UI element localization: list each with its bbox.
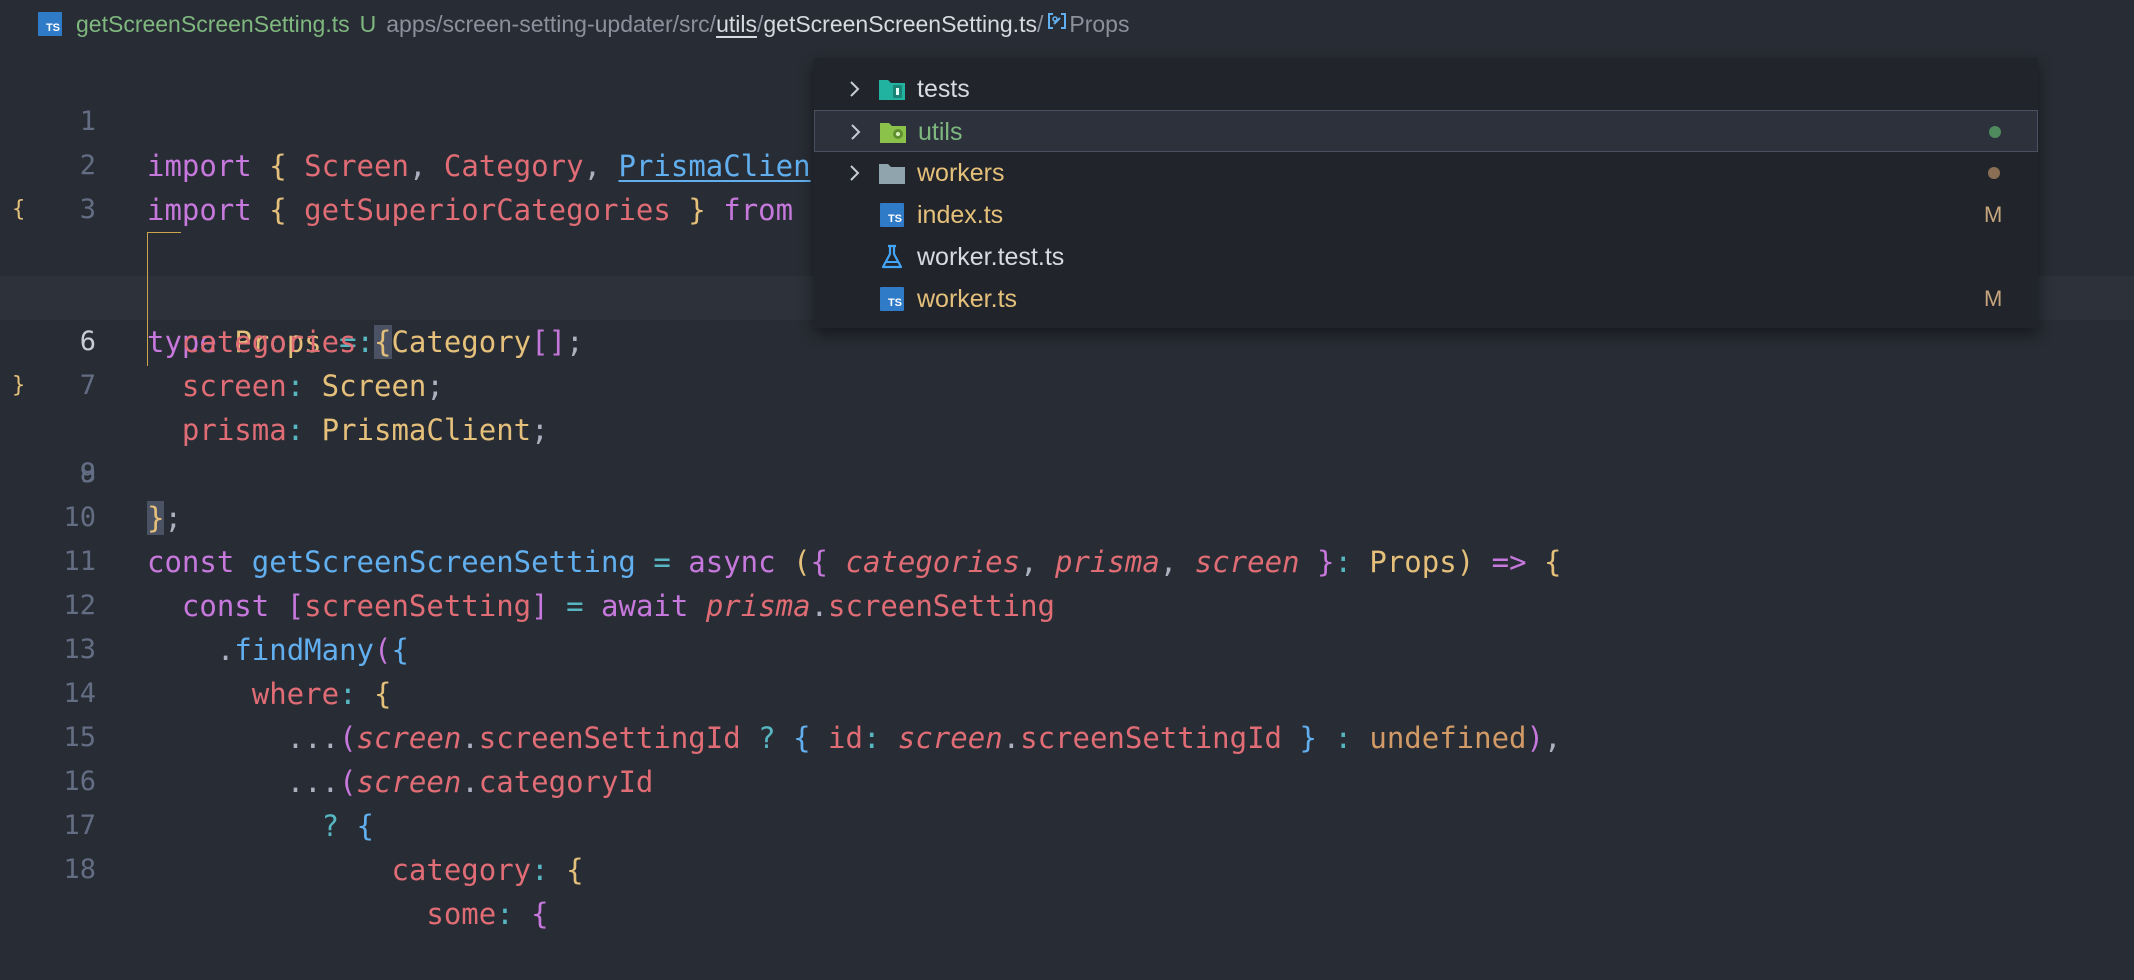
dropdown-item-label: worker.test.ts [917,243,1065,271]
chevron-right-icon [851,124,861,140]
dropdown-item-label: utils [918,118,963,146]
dropdown-item-label: workers [917,159,1005,187]
dropdown-item-label: worker.ts [917,285,1018,313]
git-modified-badge: M [1984,286,2003,311]
utils-folder-icon [880,123,906,143]
code-line[interactable]: 10 const getScreenScreenSetting = async … [0,452,2134,579]
breadcrumb-dropdown: tests utils workers TS index.ts M worker… [814,58,2038,328]
git-modified-badge: M [1984,202,2003,227]
tests-folder-icon [879,80,905,100]
chevron-right-icon [850,81,860,97]
dropdown-item-tests[interactable]: tests [814,68,2038,110]
code-line[interactable]: 9 [0,408,2134,489]
dropdown-item-label: index.ts [917,201,1004,229]
dropdown-item-worker-test-ts[interactable]: worker.test.ts [814,236,2038,278]
git-untracked-dot [1989,126,2001,138]
code-line[interactable]: 14 ...(screen.screenSettingId ? { id: sc… [0,628,2134,755]
code-line[interactable]: 17 category: { [0,760,2134,887]
code-text: category: { [391,853,584,887]
folder-icon [879,164,905,184]
dropdown-item-label: tests [917,75,970,103]
code-line[interactable]: 18 some: { [0,804,2134,931]
code-line[interactable]: 12 .findMany({ [0,540,2134,667]
code-line[interactable]: 15 ...(screen.categoryId [0,672,2134,799]
line-number: 18 [63,854,96,885]
code-line[interactable]: 11 const [screenSetting] = await prisma.… [0,496,2134,623]
typescript-file-icon: TS [880,203,904,227]
dropdown-item-utils[interactable]: utils [814,110,2038,152]
git-modified-dot [1988,167,2000,179]
code-line[interactable]: 13 where: { [0,584,2134,711]
dropdown-item-workers[interactable]: workers [814,152,2038,194]
chevron-right-icon [850,165,860,181]
typescript-file-icon: TS [880,287,904,311]
dropdown-item-index-ts[interactable]: TS index.ts M [814,194,2038,236]
bracket-fold-marker[interactable]: } [12,364,25,408]
test-flask-icon [881,244,903,269]
code-line[interactable]: } 8 }; [0,364,2134,535]
code-line[interactable]: 16 ? { [0,716,2134,843]
code-text: some: { [426,897,549,931]
dropdown-item-worker-ts[interactable]: TS worker.ts M [814,278,2038,320]
bracket-fold-marker[interactable]: { [12,188,25,232]
